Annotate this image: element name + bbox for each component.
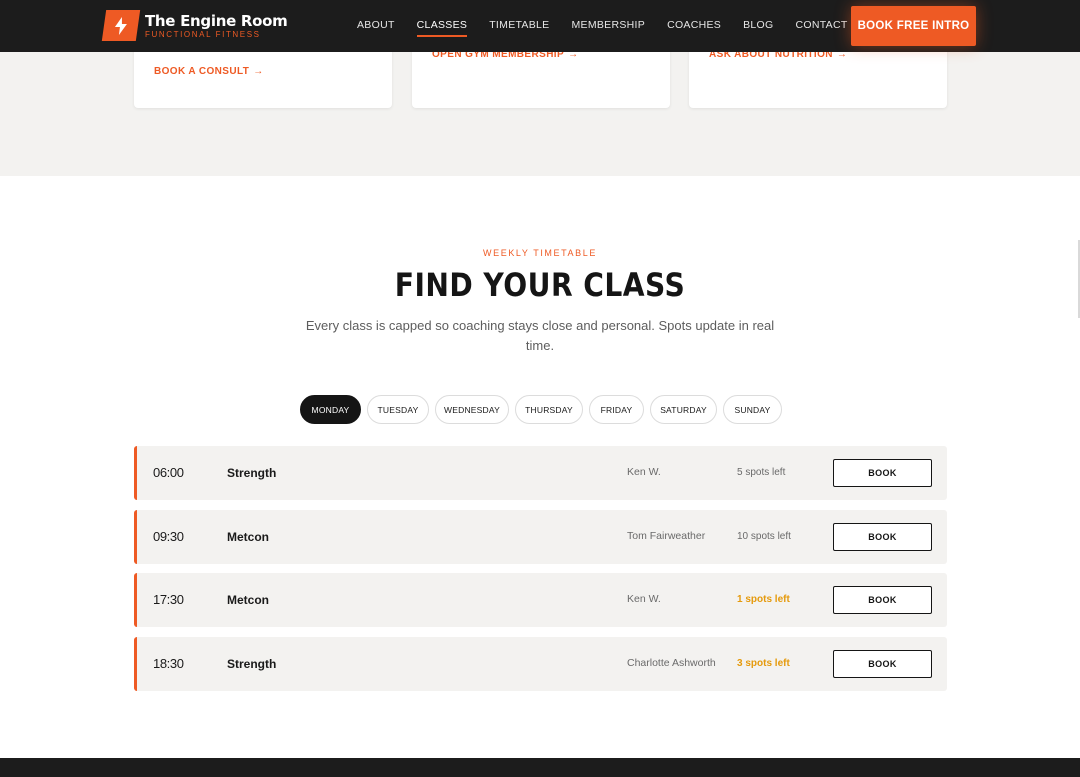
book-button[interactable]: BOOK: [833, 586, 932, 615]
card-link-label: BOOK A CONSULT: [154, 66, 250, 77]
nav-item-coaches[interactable]: COACHES: [667, 19, 721, 31]
arrow-right-icon: →: [253, 66, 264, 77]
session-spots: 1 spots left: [737, 594, 790, 606]
logo[interactable]: The Engine Room FUNCTIONAL FITNESS: [101, 10, 288, 41]
book-free-intro-button[interactable]: BOOK FREE INTRO: [851, 6, 976, 46]
nav-item-timetable[interactable]: TIMETABLE: [489, 19, 549, 31]
main-nav: ABOUT CLASSES TIMETABLE MEMBERSHIP COACH…: [346, 19, 859, 37]
session-coach: Tom Fairweather: [627, 529, 706, 542]
book-button[interactable]: BOOK: [833, 649, 932, 678]
session-time: 17:30: [153, 592, 184, 608]
session-class: Strength: [227, 466, 277, 480]
tab-tuesday[interactable]: TUESDAY: [367, 395, 429, 424]
nav-item-membership[interactable]: MEMBERSHIP: [571, 19, 645, 31]
section-eyebrow: WEEKLY TIMETABLE: [483, 248, 597, 258]
tab-saturday[interactable]: SATURDAY: [650, 395, 717, 424]
day-tabs: MONDAY TUESDAY WEDNESDAY THURSDAY FRIDAY…: [300, 395, 788, 424]
session-coach: Charlotte Ashworth: [627, 656, 716, 669]
session-coach: Ken W.: [627, 593, 661, 606]
session-spots: 5 spots left: [737, 467, 786, 478]
book-button[interactable]: BOOK: [833, 522, 932, 551]
brand-name: The Engine Room: [145, 11, 288, 30]
session-list: 06:00 Strength Ken W. 5 spots left BOOK …: [134, 446, 947, 700]
session-time: 06:00: [153, 465, 184, 480]
session-spots: 3 spots left: [737, 657, 790, 669]
tab-thursday[interactable]: THURSDAY: [515, 395, 583, 424]
nav-item-blog[interactable]: BLOG: [743, 19, 773, 31]
nav-item-contact[interactable]: CONTACT: [796, 19, 848, 31]
session-coach: Ken W.: [627, 466, 661, 478]
session-class: Strength: [227, 656, 277, 671]
session-row: 18:30 Strength Charlotte Ashworth 3 spot…: [134, 636, 947, 691]
card-link-consult[interactable]: BOOK A CONSULT →: [154, 66, 264, 77]
nav-item-classes[interactable]: CLASSES: [416, 19, 468, 37]
book-button[interactable]: BOOK: [833, 459, 932, 487]
session-class: Metcon: [227, 529, 269, 544]
session-row: 09:30 Metcon Tom Fairweather 10 spots le…: [134, 509, 947, 564]
section-subtitle: Every class is capped so coaching stays …: [305, 318, 775, 353]
lightning-bolt-icon: [101, 10, 141, 41]
session-time: 18:30: [153, 655, 184, 671]
site-header: The Engine Room FUNCTIONAL FITNESS ABOUT…: [0, 0, 1080, 52]
session-row: 06:00 Strength Ken W. 5 spots left BOOK: [134, 446, 947, 500]
tab-monday[interactable]: MONDAY: [300, 395, 361, 424]
session-time: 09:30: [153, 528, 184, 544]
nav-item-about[interactable]: ABOUT: [357, 19, 395, 31]
session-row: 17:30 Metcon Ken W. 1 spots left BOOK: [134, 573, 947, 628]
session-class: Metcon: [227, 593, 269, 608]
session-spots: 10 spots left: [737, 530, 791, 542]
tab-sunday[interactable]: SUNDAY: [723, 395, 782, 424]
tab-friday[interactable]: FRIDAY: [589, 395, 644, 424]
tab-wednesday[interactable]: WEDNESDAY: [435, 395, 509, 424]
footer: [0, 758, 1080, 777]
section-title: FIND YOUR CLASS: [394, 266, 686, 304]
brand-tagline: FUNCTIONAL FITNESS: [145, 29, 261, 39]
